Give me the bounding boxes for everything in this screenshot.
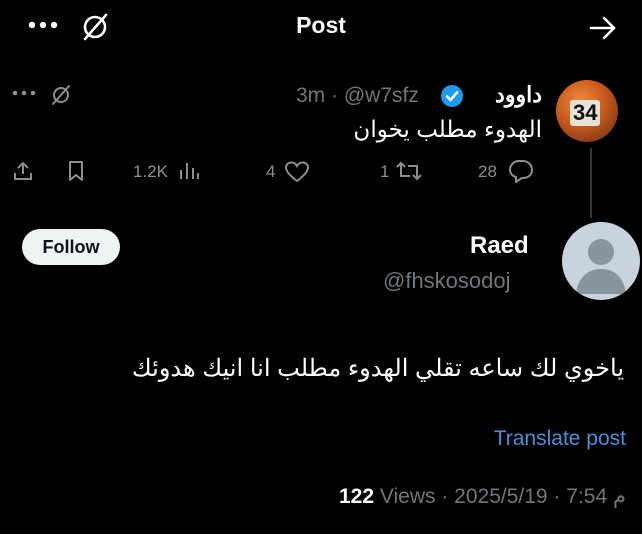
share-icon[interactable] [12, 160, 34, 182]
like-heart-icon[interactable] [284, 161, 310, 183]
thread-line [590, 148, 592, 218]
avatar[interactable]: 34 [556, 80, 618, 142]
post-text: الهدوء مطلب يخوان [353, 116, 542, 142]
avatar-jersey-number: 34 [570, 100, 601, 126]
avatar[interactable] [562, 222, 640, 300]
post-timestamp: · م 7:54 · 2025/5/19 [435, 485, 626, 508]
page-title: Post [296, 12, 346, 38]
forward-arrow-icon[interactable] [588, 14, 618, 42]
reply-bubble-icon[interactable] [508, 159, 534, 183]
follow-button[interactable]: Follow [22, 229, 120, 265]
repost-icon[interactable] [394, 160, 424, 182]
bookmark-icon[interactable] [66, 160, 86, 182]
post-meta: 122 Views · م 7:54 · 2025/5/19 [339, 484, 626, 509]
post-handle-time: 3m · @w7sfz [296, 84, 419, 107]
more-options-icon[interactable] [12, 89, 36, 97]
author-name[interactable]: داوود [495, 82, 542, 108]
grok-icon[interactable] [50, 84, 72, 106]
author-handle[interactable]: @fhskosodoj [383, 268, 511, 294]
author-name[interactable]: Raed [470, 232, 529, 260]
views-count: 122 [338, 485, 375, 508]
views-count: 1.2K [133, 162, 168, 181]
post-text: ياخوي لك ساعه تقلي الهدوء مطلب انا انيك … [131, 355, 624, 382]
verified-badge-icon [440, 84, 464, 108]
views-label: Views [374, 485, 436, 508]
replies-count: 28 [478, 162, 497, 181]
views-icon[interactable] [178, 161, 200, 181]
reposts-count: 1 [380, 162, 390, 181]
likes-count: 4 [266, 162, 276, 181]
translate-post-link[interactable]: Translate post [494, 427, 626, 451]
